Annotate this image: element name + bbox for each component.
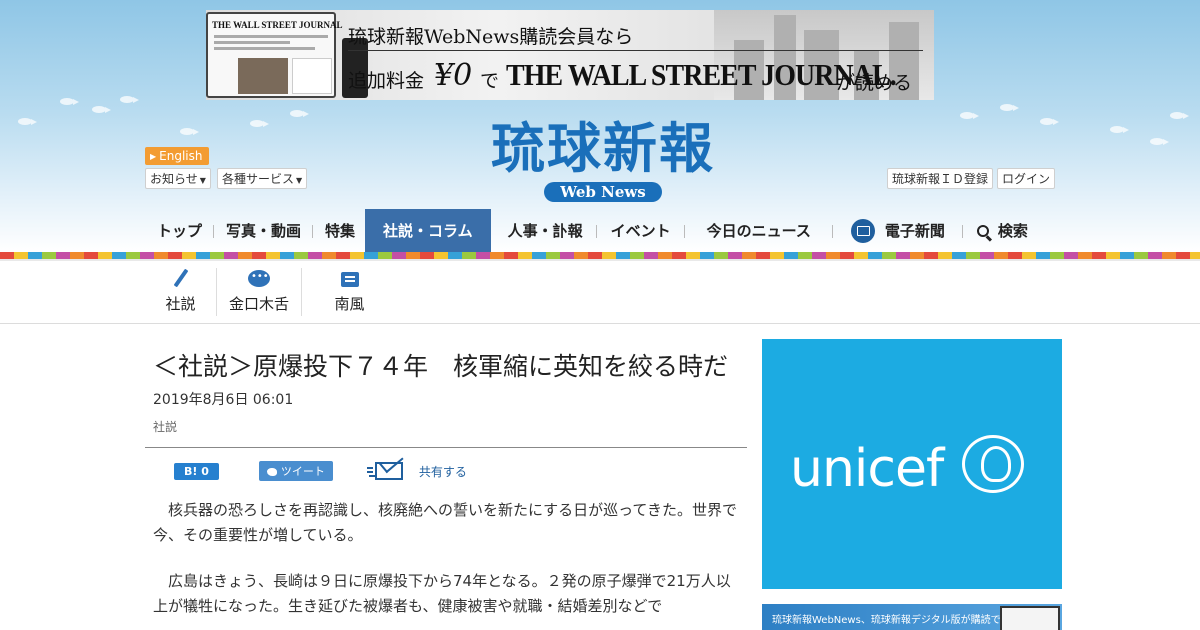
laptop-masthead: THE WALL STREET JOURNAL bbox=[212, 20, 343, 30]
fish-decoration bbox=[1040, 118, 1059, 125]
fish-decoration bbox=[1150, 138, 1169, 145]
subnav-item-haebaru[interactable]: 南風 bbox=[302, 268, 397, 316]
nav-item-personnel-obituary[interactable]: 人事・訃報 bbox=[491, 209, 597, 252]
fish-decoration bbox=[1138, 326, 1157, 333]
article-date: 2019年8月6日 06:01 bbox=[153, 392, 294, 408]
fish-decoration bbox=[290, 110, 309, 117]
fish-decoration bbox=[1110, 126, 1129, 133]
fish-decoration bbox=[18, 118, 37, 125]
wsj-ad-banner[interactable]: THE WALL STREET JOURNAL 琉球新報WebNews購読会員な… bbox=[206, 10, 934, 100]
ad-line-2-suffix: が読める bbox=[836, 72, 913, 94]
services-dropdown[interactable]: 各種サービス ▼ bbox=[217, 168, 308, 189]
tweet-label: ツイート bbox=[280, 465, 325, 478]
ad-line-1: 琉球新報WebNews購読会員なら bbox=[348, 26, 634, 48]
subnav-label: 社説 bbox=[165, 295, 196, 313]
search-icon bbox=[976, 224, 989, 237]
fish-decoration bbox=[1110, 340, 1129, 347]
nav-item-editorial-column[interactable]: 社説・コラム bbox=[365, 209, 491, 252]
pen-icon bbox=[170, 268, 192, 287]
logo-title: 琉球新報 bbox=[491, 116, 715, 180]
nav-item-top[interactable]: トップ bbox=[145, 209, 215, 252]
fish-decoration bbox=[960, 112, 979, 119]
fish-decoration bbox=[120, 96, 139, 103]
fish-decoration bbox=[180, 128, 199, 135]
digital-paper-label: 電子新聞 bbox=[884, 222, 945, 240]
fish-decoration bbox=[1000, 104, 1019, 111]
logo-subtitle: Web News bbox=[544, 182, 662, 202]
fish-decoration bbox=[96, 500, 115, 507]
article-paragraph: 広島はきょう、長崎は９日に原爆投下から74年となる。２発の原子爆弾で21万人以上… bbox=[153, 572, 731, 615]
subnav-divider bbox=[0, 323, 1200, 324]
unicef-ad[interactable]: unicef bbox=[762, 339, 1062, 589]
services-label: 各種サービス bbox=[222, 172, 295, 186]
note-icon bbox=[340, 272, 359, 287]
nav-item-photo-video[interactable]: 写真・動画 bbox=[214, 209, 314, 252]
hatena-bookmark-button[interactable]: B! 0 bbox=[174, 462, 219, 480]
caret-down-icon: ▼ bbox=[296, 176, 303, 185]
ad-line-2-prefix: 追加料金 bbox=[348, 70, 425, 92]
fish-decoration bbox=[10, 470, 29, 477]
sub-nav: 社説 金口木舌 南風 bbox=[145, 268, 397, 316]
site-logo[interactable]: 琉球新報 Web News bbox=[453, 118, 753, 208]
share-button[interactable]: 共有する bbox=[366, 462, 467, 480]
ad-line-2-de: で bbox=[480, 70, 500, 92]
share-label: 共有する bbox=[418, 464, 467, 479]
article-paragraph: 核兵器の恐ろしさを再認識し、核廃絶への誓いを新たにする日が巡ってきた。世界で今、… bbox=[153, 501, 737, 544]
search-label: 検索 bbox=[997, 222, 1028, 240]
article: ＜社説＞原爆投下７４年 核軍縮に英知を絞る時だ 2019年8月6日 06:01 … bbox=[145, 340, 747, 619]
fish-decoration bbox=[92, 106, 111, 113]
unicef-logo-text: unicef bbox=[790, 439, 944, 499]
laptop-illustration: THE WALL STREET JOURNAL bbox=[206, 12, 343, 98]
nav-item-search[interactable]: 検索 bbox=[963, 209, 1040, 252]
fish-decoration bbox=[44, 494, 63, 501]
subnav-label: 金口木舌 bbox=[228, 295, 289, 313]
notices-dropdown[interactable]: お知らせ ▼ bbox=[145, 168, 211, 189]
fish-decoration bbox=[60, 98, 79, 105]
login-link[interactable]: ログイン bbox=[997, 168, 1056, 189]
fish-decoration bbox=[70, 508, 89, 515]
nav-item-features[interactable]: 特集 bbox=[313, 209, 365, 252]
monitor-illustration bbox=[1000, 606, 1060, 630]
ryukyu-ad-text: 琉球新報WebNews、琉球新報デジタル版が購読できる bbox=[772, 615, 1021, 626]
id-register-link[interactable]: 琉球新報ＩＤ登録 bbox=[887, 168, 994, 189]
english-link[interactable]: English bbox=[145, 147, 209, 165]
speech-bubble-icon bbox=[248, 270, 270, 287]
nav-item-events[interactable]: イベント bbox=[597, 209, 685, 252]
fish-decoration bbox=[1084, 330, 1103, 337]
article-category[interactable]: 社説 bbox=[145, 409, 747, 435]
fish-decoration bbox=[1170, 112, 1189, 119]
unicef-emblem-icon bbox=[962, 435, 1024, 493]
tweet-button[interactable]: ツイート bbox=[258, 461, 333, 481]
ryukyu-subscription-ad[interactable]: 琉球新報WebNews、琉球新報デジタル版が購読できる bbox=[762, 604, 1062, 630]
nav-item-todays-news[interactable]: 今日のニュース bbox=[685, 209, 834, 252]
band-divider bbox=[0, 259, 1200, 261]
article-title: ＜社説＞原爆投下７４年 核軍縮に英知を絞る時だ bbox=[153, 352, 729, 381]
fish-decoration bbox=[250, 120, 269, 127]
ad-price: ¥0 bbox=[434, 58, 473, 93]
subnav-item-kinkuchi-bokuzetsu[interactable]: 金口木舌 bbox=[217, 268, 302, 316]
caret-down-icon: ▼ bbox=[199, 176, 206, 185]
subnav-label: 南風 bbox=[334, 295, 365, 313]
subnav-item-editorial[interactable]: 社説 bbox=[145, 268, 217, 316]
main-nav: トップ 写真・動画 特集 社説・コラム 人事・訃報 イベント 今日のニュース 電… bbox=[145, 209, 1040, 252]
envelope-icon bbox=[366, 462, 403, 480]
digital-paper-icon bbox=[850, 218, 875, 243]
twitter-bird-icon bbox=[266, 468, 277, 476]
share-bar: B! 0 ツイート 共有する bbox=[145, 448, 747, 482]
notices-label: お知らせ bbox=[150, 172, 198, 186]
decorative-pattern-band bbox=[0, 252, 1200, 259]
nav-item-digital-paper[interactable]: 電子新聞 bbox=[833, 209, 963, 252]
